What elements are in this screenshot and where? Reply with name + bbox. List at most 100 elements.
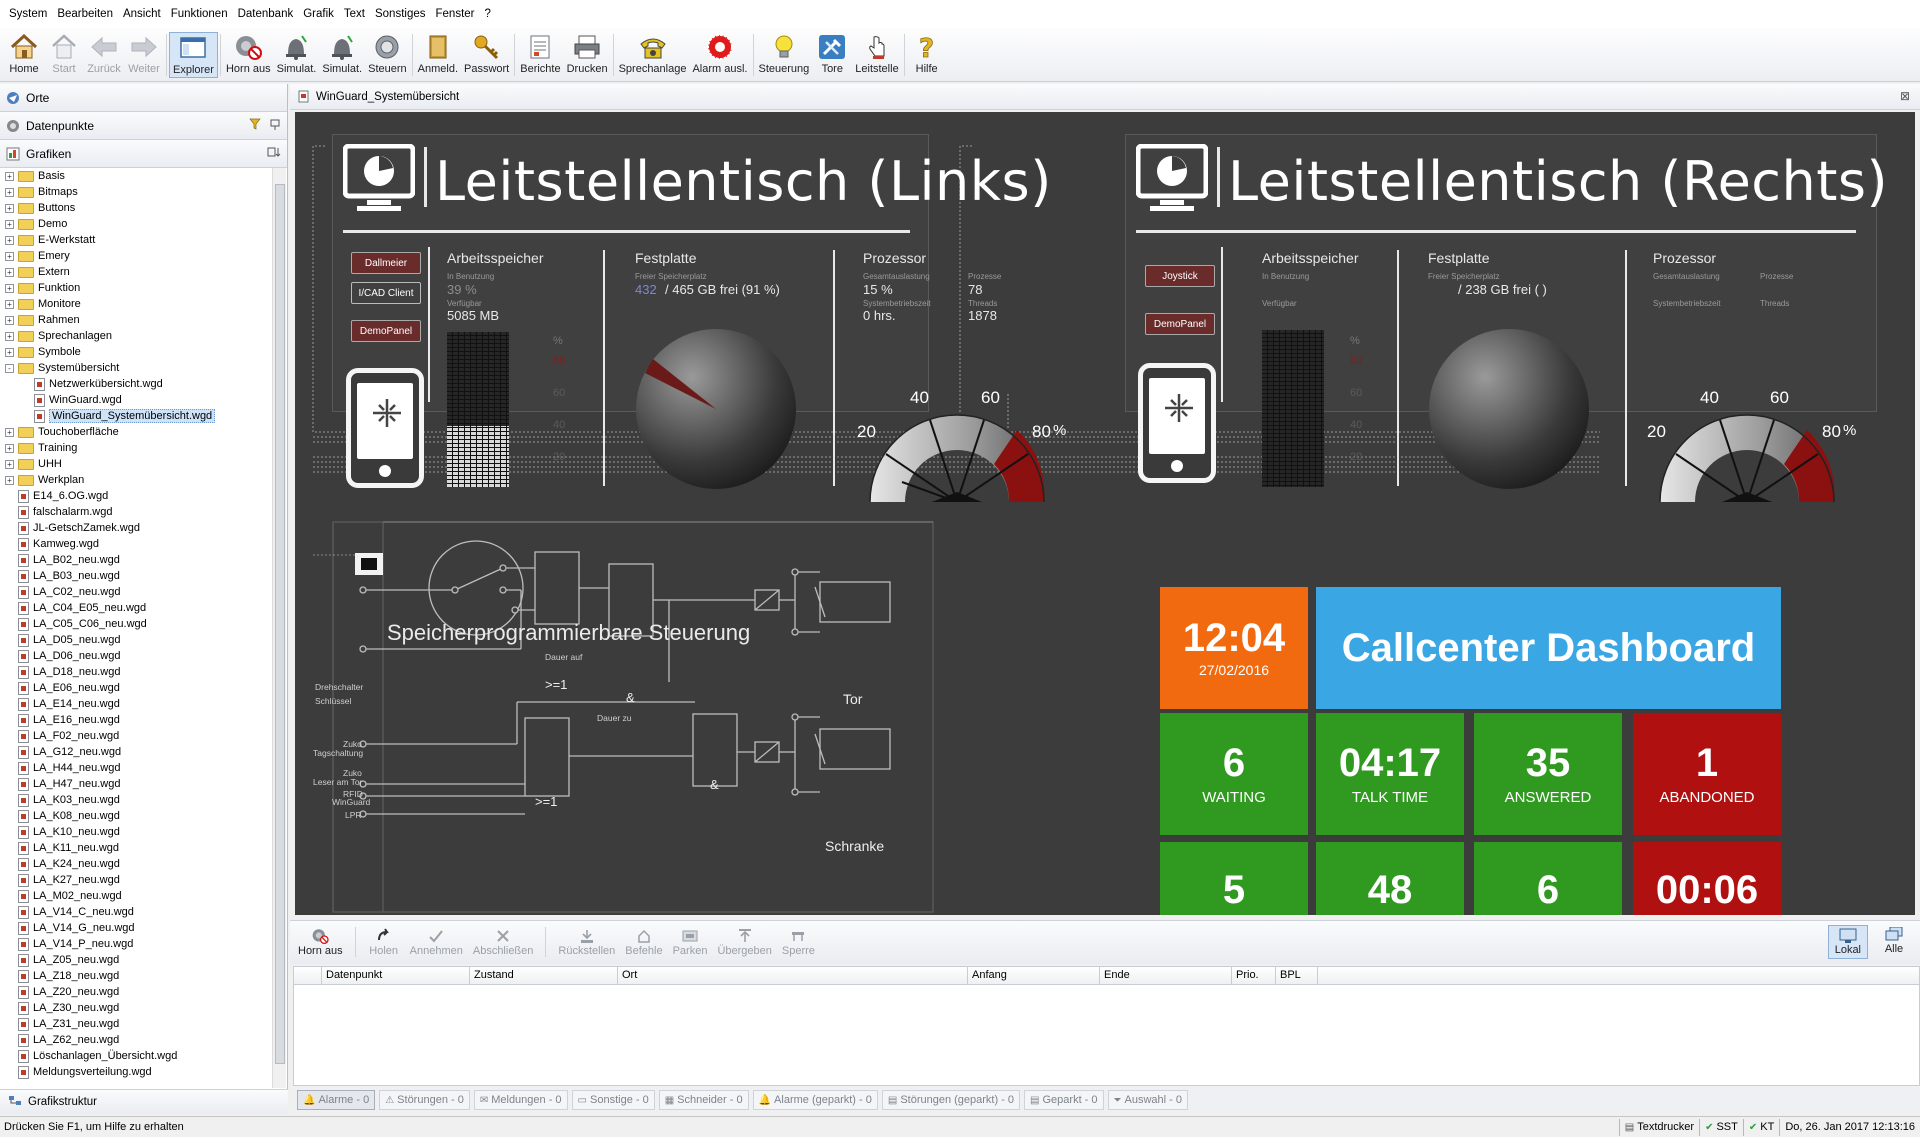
menu-text[interactable]: Text <box>339 8 370 20</box>
tree-expander-icon[interactable]: - <box>5 363 14 373</box>
alarm-horn-aus-button[interactable]: Horn aus <box>294 927 347 957</box>
tree-file[interactable]: LA_M02_neu.wgd <box>0 888 272 904</box>
tree-expander-icon[interactable]: + <box>5 331 14 341</box>
tree-file[interactable]: LA_E06_neu.wgd <box>0 680 272 696</box>
tree-file[interactable]: E14_6.OG.wgd <box>0 488 272 504</box>
tree-file[interactable]: Löschanlagen_Übersicht.wgd <box>0 1048 272 1064</box>
column-header[interactable]: Ort <box>618 967 968 984</box>
tree-folder[interactable]: + Buttons <box>0 200 272 216</box>
tree-file[interactable]: LA_H44_neu.wgd <box>0 760 272 776</box>
tab-störungen-geparkt[interactable]: ▤ Störungen (geparkt) - 0 <box>881 1090 1021 1110</box>
tree-expander-icon[interactable]: + <box>5 347 14 357</box>
tree-file[interactable]: LA_Z30_neu.wgd <box>0 1000 272 1016</box>
tree-file[interactable]: LA_Z31_neu.wgd <box>0 1016 272 1032</box>
column-header[interactable]: Anfang <box>968 967 1100 984</box>
tree-expander-icon[interactable]: + <box>5 219 14 229</box>
tree-expander-icon[interactable]: + <box>5 475 14 485</box>
grafiken-header[interactable]: Grafiken <box>0 140 287 168</box>
tree-file[interactable]: LA_V14_C_neu.wgd <box>0 904 272 920</box>
tab-geparkt[interactable]: ▤ Geparkt - 0 <box>1024 1090 1104 1110</box>
menu-grafik[interactable]: Grafik <box>298 8 339 20</box>
demopanel-button[interactable]: DemoPanel <box>1145 313 1215 335</box>
menu-bearbeiten[interactable]: Bearbeiten <box>52 8 118 20</box>
tree-expander-icon[interactable]: + <box>5 315 14 325</box>
tree-folder[interactable]: + Emery <box>0 248 272 264</box>
tree-folder[interactable]: + Symbole <box>0 344 272 360</box>
tree-folder[interactable]: + Sprechanlagen <box>0 328 272 344</box>
tree-folder[interactable]: + E-Werkstatt <box>0 232 272 248</box>
tree-file[interactable]: WinGuard.wgd <box>0 392 272 408</box>
tor-output[interactable]: Tor <box>843 691 862 707</box>
menu-help[interactable]: ? <box>480 8 496 20</box>
tree-expander-icon[interactable]: + <box>5 443 14 453</box>
scope-local-button[interactable]: Lokal <box>1827 925 1868 959</box>
toolbar-drucken-button[interactable]: Drucken <box>564 32 611 78</box>
tree-file[interactable]: LA_B03_neu.wgd <box>0 568 272 584</box>
tree-file[interactable]: LA_K24_neu.wgd <box>0 856 272 872</box>
tree-file[interactable]: JL-GetschZamek.wgd <box>0 520 272 536</box>
tree-scrollbar-thumb[interactable] <box>275 184 285 1064</box>
column-header[interactable]: BPL <box>1276 967 1318 984</box>
close-icon[interactable]: ⊠ <box>1900 89 1910 103</box>
demopanel-button[interactable]: DemoPanel <box>351 320 421 342</box>
schranke-output[interactable]: Schranke <box>825 838 884 854</box>
tree-file[interactable]: Meldungsverteilung.wgd <box>0 1064 272 1080</box>
tree-file[interactable]: WinGuard_Systemübersicht.wgd <box>0 408 272 424</box>
tree-file[interactable]: LA_K10_neu.wgd <box>0 824 272 840</box>
tree-folder[interactable]: + Extern <box>0 264 272 280</box>
orte-header[interactable]: Orte <box>0 84 287 112</box>
menu-sonstiges[interactable]: Sonstiges <box>370 8 431 20</box>
toolbar-leitstelle-button[interactable]: Leitstelle <box>852 32 901 78</box>
toolbar-explorer-button[interactable]: Explorer <box>169 32 218 78</box>
tree-file[interactable]: LA_G12_neu.wgd <box>0 744 272 760</box>
tree-folder[interactable]: + Bitmaps <box>0 184 272 200</box>
tab-schneider[interactable]: ▦ Schneider - 0 <box>658 1090 749 1110</box>
tree-file[interactable]: LA_V14_G_neu.wgd <box>0 920 272 936</box>
column-header[interactable] <box>294 967 322 984</box>
tree-file[interactable]: LA_Z18_neu.wgd <box>0 968 272 984</box>
tree-expander-icon[interactable]: + <box>5 187 14 197</box>
tree-file[interactable]: LA_K03_neu.wgd <box>0 792 272 808</box>
menu-ansicht[interactable]: Ansicht <box>118 8 166 20</box>
toolbar-berichte-button[interactable]: Berichte <box>517 32 563 78</box>
tab-alarme-geparkt[interactable]: 🔔 Alarme (geparkt) - 0 <box>752 1090 878 1110</box>
toolbar-simulat-button[interactable]: Simulat. <box>274 32 320 78</box>
tree-file[interactable]: LA_K08_neu.wgd <box>0 808 272 824</box>
tree-file[interactable]: LA_H47_neu.wgd <box>0 776 272 792</box>
pin-icon[interactable] <box>269 118 281 130</box>
tree-folder[interactable]: + Training <box>0 440 272 456</box>
document-tab[interactable]: WinGuard_Systemübersicht ⊠ <box>290 84 1920 110</box>
grafikstruktur-header[interactable]: Grafikstruktur <box>0 1089 288 1114</box>
tree-expander-icon[interactable]: + <box>5 251 14 261</box>
tree-folder[interactable]: + Rahmen <box>0 312 272 328</box>
tree-expander-icon[interactable]: + <box>5 171 14 181</box>
icad-client-button[interactable]: I/CAD Client <box>351 282 421 304</box>
column-header[interactable]: Prio. <box>1232 967 1276 984</box>
toolbar-simulat-button[interactable]: Simulat. <box>319 32 365 78</box>
tree-file[interactable]: LA_V14_P_neu.wgd <box>0 936 272 952</box>
tab-auswahl[interactable]: ⏷ Auswahl - 0 <box>1107 1090 1189 1110</box>
tree-file[interactable]: LA_D05_neu.wgd <box>0 632 272 648</box>
tree-expander-icon[interactable]: + <box>5 427 14 437</box>
toolbar-home-button[interactable]: Home <box>4 32 44 78</box>
sort-icon[interactable] <box>267 146 281 158</box>
toolbar-tore-button[interactable]: Tore <box>812 32 852 78</box>
scope-all-button[interactable]: Alle <box>1874 925 1914 959</box>
tree-file[interactable]: LA_F02_neu.wgd <box>0 728 272 744</box>
toolbar-sprechanlage-button[interactable]: Sprechanlage <box>616 32 690 78</box>
tree-file[interactable]: LA_Z05_neu.wgd <box>0 952 272 968</box>
menu-datenbank[interactable]: Datenbank <box>233 8 299 20</box>
tree-expander-icon[interactable]: + <box>5 283 14 293</box>
toolbar-anmeld-button[interactable]: Anmeld. <box>415 32 461 78</box>
toolbar-hilfe-button[interactable]: ? Hilfe <box>907 32 947 78</box>
tree-file[interactable]: LA_Z20_neu.wgd <box>0 984 272 1000</box>
dallmeier-button[interactable]: Dallmeier <box>351 252 421 274</box>
tree-file[interactable]: falschalarm.wgd <box>0 504 272 520</box>
tree-folder[interactable]: - Systemübersicht <box>0 360 272 376</box>
tab-sonstige[interactable]: ▭ Sonstige - 0 <box>571 1090 655 1110</box>
tree-file[interactable]: LA_E14_neu.wgd <box>0 696 272 712</box>
tree-file[interactable]: Netzwerkübersicht.wgd <box>0 376 272 392</box>
tree-folder[interactable]: + Funktion <box>0 280 272 296</box>
tree-folder[interactable]: + Touchoberfläche <box>0 424 272 440</box>
tree-expander-icon[interactable]: + <box>5 235 14 245</box>
